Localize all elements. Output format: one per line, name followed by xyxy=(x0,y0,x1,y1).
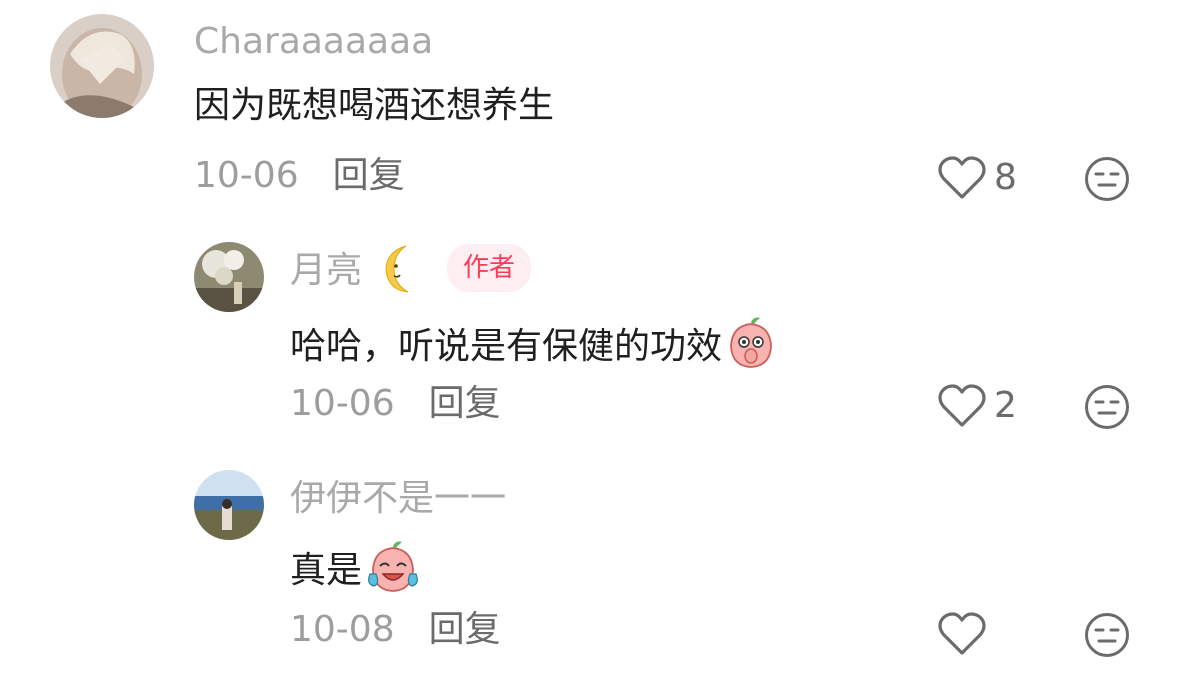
meh-face-icon xyxy=(1085,157,1129,201)
comment-meta: 10-06 回复 xyxy=(290,386,501,422)
author-badge: 作者 xyxy=(447,244,532,292)
like-button[interactable] xyxy=(938,612,986,656)
like-count: 8 xyxy=(994,157,1017,198)
comment-date: 10-08 xyxy=(290,609,395,650)
avatar[interactable] xyxy=(194,242,264,312)
heart-icon xyxy=(938,612,986,655)
comment-date: 10-06 xyxy=(194,155,299,196)
dislike-button[interactable] xyxy=(1084,384,1130,434)
meh-face-icon xyxy=(1085,385,1129,429)
like-button[interactable]: 2 xyxy=(938,384,1017,428)
crescent-moon-icon xyxy=(382,244,418,298)
comment-text: 因为既想喝酒还想养生 xyxy=(194,88,554,124)
reply-button[interactable]: 回复 xyxy=(333,158,405,194)
avatar[interactable] xyxy=(50,14,154,118)
avatar[interactable] xyxy=(194,470,264,540)
comment-meta: 10-06 回复 xyxy=(194,158,405,194)
peach-face-sticker-icon xyxy=(726,316,776,377)
like-button[interactable]: 8 xyxy=(938,156,1017,200)
comment-item: Charaaaaaaa 因为既想喝酒还想养生 10-06 回复 8 xyxy=(0,0,1179,220)
username[interactable]: 伊伊不是一一 xyxy=(290,481,506,517)
comment-text-content: 哈哈，听说是有保健的功效 xyxy=(290,325,723,367)
username[interactable]: 月亮 xyxy=(290,253,362,289)
dislike-button[interactable] xyxy=(1084,156,1130,206)
reply-comment-item: 月亮 作者 哈哈，听说是有保健的功效 10-06 回复 2 xyxy=(0,230,1179,450)
reply-button[interactable]: 回复 xyxy=(429,612,501,648)
comment-text: 哈哈，听说是有保健的功效 xyxy=(290,316,776,377)
comment-text: 真是 xyxy=(290,540,420,601)
meh-face-icon xyxy=(1085,613,1129,657)
heart-icon xyxy=(938,156,986,199)
comment-text-content: 真是 xyxy=(290,549,363,591)
heart-icon xyxy=(938,384,986,427)
username[interactable]: Charaaaaaaa xyxy=(194,24,433,60)
comment-date: 10-06 xyxy=(290,383,395,424)
dislike-button[interactable] xyxy=(1084,612,1130,662)
reply-comment-item: 伊伊不是一一 真是 10-08 回复 xyxy=(0,458,1179,683)
peach-crying-laughing-sticker-icon xyxy=(366,540,420,601)
reply-button[interactable]: 回复 xyxy=(429,386,501,422)
like-count: 2 xyxy=(994,385,1017,426)
comment-text-content: 因为既想喝酒还想养生 xyxy=(194,85,555,126)
comment-meta: 10-08 回复 xyxy=(290,612,501,648)
